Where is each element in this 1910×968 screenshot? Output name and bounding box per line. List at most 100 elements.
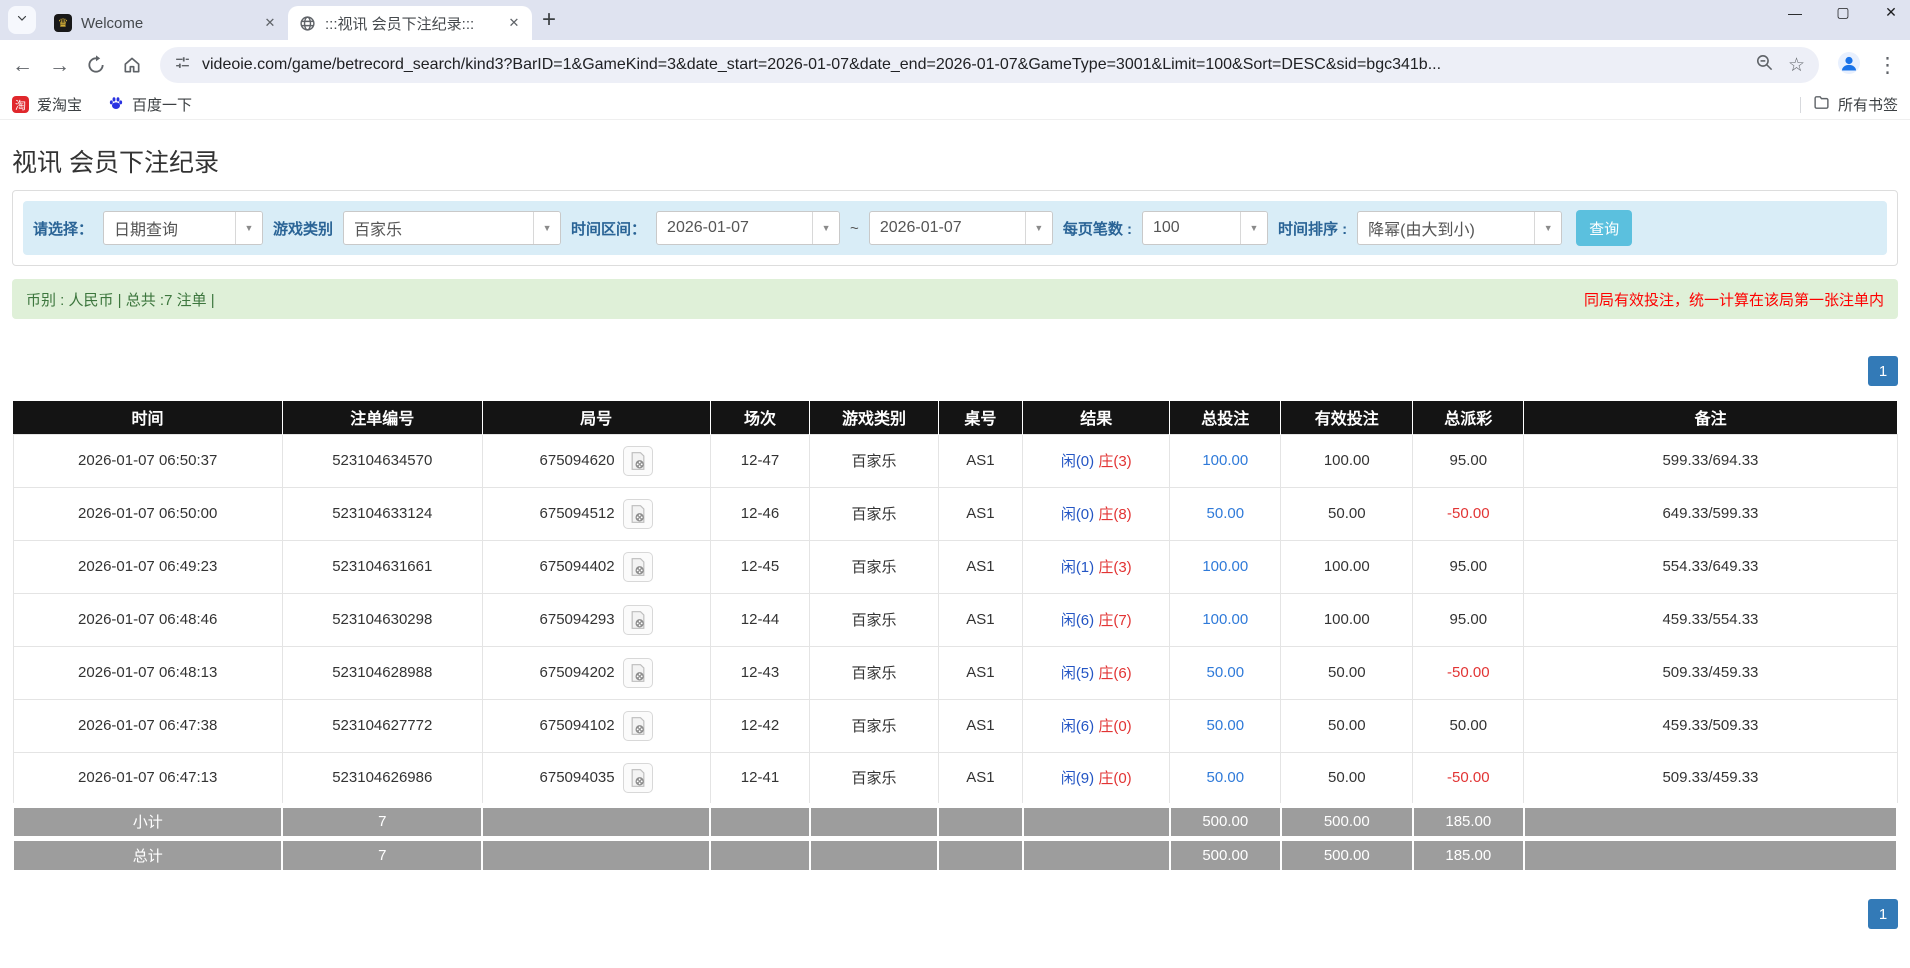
cell-payout: 95.00 <box>1412 592 1525 647</box>
total-bet-link[interactable]: 100.00 <box>1202 611 1248 628</box>
cell-total-bet: 50.00 <box>1169 486 1282 541</box>
new-tab-button[interactable]: + <box>542 8 556 32</box>
total-bet-link[interactable]: 50.00 <box>1207 717 1245 734</box>
combo-arrow-icon[interactable]: ▼ <box>235 212 263 244</box>
cell-game-kind: 百家乐 <box>809 486 939 541</box>
total-row-empty-note <box>1522 835 1899 872</box>
tab-welcome[interactable]: ♛ Welcome ✕ <box>44 6 288 40</box>
total-row-empty-session <box>709 835 811 872</box>
video-replay-button[interactable] <box>622 445 653 476</box>
cell-result: 闲(0) 庄(8) <box>1022 486 1171 541</box>
cell-table-no: AS1 <box>937 539 1024 594</box>
date-start-combobox[interactable]: 2026-01-07 ▼ <box>656 211 841 245</box>
video-replay-button[interactable] <box>622 604 653 635</box>
video-replay-button[interactable] <box>622 710 653 741</box>
total-bet-link[interactable]: 50.00 <box>1207 664 1245 681</box>
address-bar[interactable]: videoie.com/game/betrecord_search/kind3?… <box>160 47 1819 83</box>
home-button[interactable] <box>122 55 142 75</box>
video-replay-button[interactable] <box>622 498 653 529</box>
subtotal-row-empty-round-id <box>481 802 712 839</box>
cell-table-no: AS1 <box>937 698 1024 753</box>
cell-round-id: 675094202 <box>481 645 711 700</box>
bookmark-baidu[interactable]: 百度一下 <box>108 94 192 115</box>
page-size-combobox[interactable]: 100 ▼ <box>1141 211 1268 245</box>
total-row-payout: 185.00 <box>1411 835 1525 872</box>
cell-bet-id: 523104628988 <box>281 645 483 700</box>
cell-time: 2026-01-07 06:50:37 <box>12 433 283 488</box>
forward-button[interactable]: → <box>49 55 70 76</box>
cell-round-id: 675094102 <box>481 698 711 753</box>
window-close-button[interactable]: ✕ <box>1882 4 1900 21</box>
col-header-time: 时间 <box>13 401 283 434</box>
table-row: 2026-01-07 06:49:23 523104631661 675094402… <box>12 539 1898 594</box>
query-type-combobox[interactable]: 日期查询 ▼ <box>103 211 264 245</box>
bookmark-label: 爱淘宝 <box>37 97 83 114</box>
profile-avatar[interactable] <box>1837 51 1861 80</box>
total-row-empty-result <box>1021 835 1171 872</box>
back-button[interactable]: ← <box>12 55 33 76</box>
cell-table-no: AS1 <box>937 592 1024 647</box>
game-kind-combobox[interactable]: 百家乐 ▼ <box>343 211 562 245</box>
bookmark-taobao[interactable]: 淘 爱淘宝 <box>12 94 82 115</box>
cell-game-kind: 百家乐 <box>809 539 939 594</box>
search-button[interactable]: 查询 <box>1576 210 1633 246</box>
all-bookmarks-button[interactable]: 所有书签 <box>1813 94 1898 115</box>
baidu-paw-icon <box>108 95 124 115</box>
cell-payout: 50.00 <box>1412 698 1525 753</box>
combo-arrow-icon[interactable]: ▼ <box>1239 212 1267 244</box>
tab-close-icon[interactable]: ✕ <box>260 13 280 33</box>
subtotal-row-empty-result <box>1021 802 1171 839</box>
round-id-text: 675094293 <box>539 610 615 628</box>
video-replay-button[interactable] <box>622 551 653 582</box>
cell-round-id: 675094620 <box>481 433 711 488</box>
tab-search-button[interactable] <box>8 6 36 34</box>
round-id-text: 675094512 <box>539 504 615 522</box>
bookmarks-separator <box>1799 96 1801 113</box>
combo-arrow-icon[interactable]: ▼ <box>533 212 561 244</box>
zoom-out-icon[interactable] <box>1755 53 1774 77</box>
currency-summary-text: 币别 : 人民币 | 总共 :7 注单 | <box>26 291 215 309</box>
tab-bet-records[interactable]: :::视讯 会员下注纪录::: ✕ <box>288 6 532 40</box>
sort-combobox[interactable]: 降幂(由大到小) ▼ <box>1357 211 1563 245</box>
cell-valid-bet: 50.00 <box>1280 645 1414 700</box>
total-bet-link[interactable]: 50.00 <box>1207 505 1245 522</box>
pagination-page-1-bottom[interactable]: 1 <box>1868 899 1898 929</box>
total-bet-link[interactable]: 50.00 <box>1207 769 1245 786</box>
reload-button[interactable] <box>86 55 106 75</box>
cell-result: 闲(1) 庄(3) <box>1022 539 1171 594</box>
bookmark-star-icon[interactable]: ☆ <box>1788 54 1805 77</box>
cell-game-kind: 百家乐 <box>809 751 939 806</box>
combo-arrow-icon[interactable]: ▼ <box>1534 212 1562 244</box>
col-header-valid-bet: 有效投注 <box>1280 401 1414 434</box>
total-row-total-bet: 500.00 <box>1168 835 1282 872</box>
total-row-empty-game-kind <box>808 835 940 872</box>
cell-payout: 95.00 <box>1412 539 1525 594</box>
cell-valid-bet: 100.00 <box>1280 592 1414 647</box>
cell-note: 554.33/649.33 <box>1523 539 1898 594</box>
window-maximize-button[interactable]: ▢ <box>1834 4 1852 21</box>
video-replay-button[interactable] <box>622 657 653 688</box>
date-end-combobox[interactable]: 2026-01-07 ▼ <box>868 211 1053 245</box>
date-range-label: 时间区间： <box>571 220 647 238</box>
cell-note: 649.33/599.33 <box>1523 486 1898 541</box>
window-minimize-button[interactable]: — <box>1786 5 1804 21</box>
site-settings-icon[interactable] <box>174 54 191 76</box>
cell-round-id: 675094512 <box>481 486 711 541</box>
cell-bet-id: 523104631661 <box>281 539 483 594</box>
cell-session: 12-44 <box>709 592 811 647</box>
total-bet-link[interactable]: 100.00 <box>1202 452 1248 469</box>
cell-game-kind: 百家乐 <box>809 645 939 700</box>
url-text[interactable]: videoie.com/game/betrecord_search/kind3?… <box>202 56 1744 74</box>
video-replay-button[interactable] <box>622 762 653 793</box>
col-header-game-kind: 游戏类别 <box>809 401 939 434</box>
total-bet-link[interactable]: 100.00 <box>1202 558 1248 575</box>
cell-note: 509.33/459.33 <box>1523 751 1898 806</box>
browser-menu-button[interactable]: ⋮ <box>1877 55 1898 76</box>
pagination-page-1-top[interactable]: 1 <box>1868 356 1898 386</box>
combo-arrow-icon[interactable]: ▼ <box>812 212 840 244</box>
cell-time: 2026-01-07 06:50:00 <box>12 486 283 541</box>
combo-arrow-icon[interactable]: ▼ <box>1024 212 1052 244</box>
cell-round-id: 675094402 <box>481 539 711 594</box>
cell-note: 459.33/554.33 <box>1523 592 1898 647</box>
tab-close-icon[interactable]: ✕ <box>504 13 524 33</box>
